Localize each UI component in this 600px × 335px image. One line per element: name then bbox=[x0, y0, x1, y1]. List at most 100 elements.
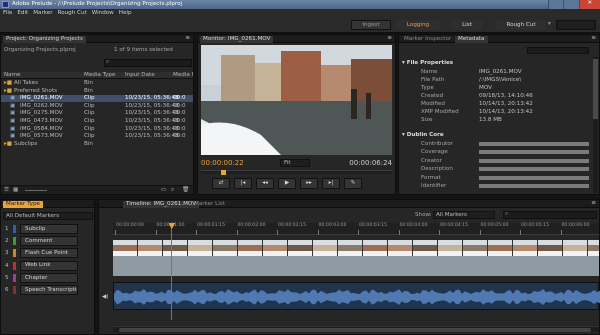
project-bin-row[interactable]: ▸■ All Takes Bin bbox=[1, 80, 193, 87]
metadata-value[interactable]: 09/18/13, 14:10:46 bbox=[479, 93, 533, 99]
ruler-label: 00:00:00:00 bbox=[116, 223, 145, 228]
col-media-i[interactable]: Media I bbox=[173, 72, 193, 78]
tab-marker-inspector[interactable]: Marker Inspector bbox=[401, 36, 454, 43]
marker-filter-select[interactable]: All Default Markers bbox=[3, 212, 93, 220]
project-clip-row[interactable]: ▣ IMG_0262.MOV Clip 10/23/15, 05:36:48 00:0 bbox=[1, 103, 193, 110]
scrubber-playhead[interactable] bbox=[221, 170, 226, 175]
fast-forward-icon[interactable]: ▸▸ bbox=[300, 178, 318, 189]
video-track-thumbnails[interactable] bbox=[113, 240, 599, 256]
current-timecode[interactable]: 00:00:00:22 bbox=[201, 159, 244, 167]
play-icon[interactable]: ▶ bbox=[278, 178, 296, 189]
rewind-icon[interactable]: ◂◂ bbox=[256, 178, 274, 189]
window-controls[interactable]: ✕ bbox=[548, 0, 600, 9]
col-name[interactable]: Name bbox=[4, 72, 21, 78]
project-item-count: 1 of 9 items selected bbox=[114, 47, 173, 53]
col-input-date[interactable]: Input Date bbox=[125, 72, 155, 78]
project-cell-date: 10/23/15, 05:36:48 bbox=[125, 110, 179, 117]
timeline-panel: Timeline: IMG_0261.MOV Marker List ≡ Sho… bbox=[98, 199, 600, 335]
timeline-scrollbar[interactable] bbox=[113, 326, 599, 332]
tab-metadata[interactable]: Metadata bbox=[455, 36, 488, 43]
workspace-logging[interactable]: Logging bbox=[396, 20, 440, 30]
step-forward-icon[interactable]: ▸| bbox=[322, 178, 340, 189]
scrollbar-thumb[interactable] bbox=[593, 59, 598, 119]
menu-item-help[interactable]: Help bbox=[119, 10, 132, 16]
col-media-type[interactable]: Media Type bbox=[84, 72, 115, 78]
project-bin-row[interactable]: ▸■ Subclips Bin bbox=[1, 141, 193, 148]
tab-project[interactable]: Project: Organizing Projects bbox=[3, 36, 86, 43]
marker-type-button-comment[interactable]: Comment bbox=[20, 236, 78, 247]
tab-monitor[interactable]: Monitor: IMG_0261.MOV bbox=[200, 36, 274, 43]
project-clip-row[interactable]: ▣ IMG_0261.MOV Clip 10/23/15, 05:36:48 00:0 bbox=[1, 95, 193, 103]
dublin-core-field[interactable] bbox=[479, 158, 589, 163]
panel-menu-icon[interactable]: ≡ bbox=[387, 35, 392, 41]
panel-menu-icon[interactable]: ≡ bbox=[591, 200, 596, 206]
workspace-list[interactable]: List bbox=[451, 20, 483, 30]
menu-item-rough-cut[interactable]: Rough Cut bbox=[58, 10, 87, 16]
metadata-section-file-properties[interactable]: ▾ File Properties bbox=[402, 60, 453, 66]
show-markers-select[interactable]: All Markers bbox=[433, 211, 495, 219]
dublin-core-field[interactable] bbox=[479, 167, 589, 172]
workspace-rough-cut[interactable]: Rough Cut bbox=[496, 20, 546, 30]
delete-icon[interactable]: 🗑 bbox=[182, 187, 189, 193]
menu-item-marker[interactable]: Marker bbox=[33, 10, 52, 16]
audio-track[interactable] bbox=[113, 282, 600, 310]
dublin-core-field[interactable] bbox=[479, 142, 589, 146]
close-icon[interactable]: ✕ bbox=[578, 0, 600, 9]
dublin-core-field[interactable] bbox=[479, 150, 589, 155]
marker-type-button-chapter[interactable]: Chapter bbox=[20, 272, 78, 283]
project-bin-row[interactable]: ▸■ Preferred Shots Bin bbox=[1, 88, 193, 95]
metadata-section-dublin-core[interactable]: ▾ Dublin Core bbox=[402, 132, 444, 138]
metadata-value[interactable]: /:\IMGS\Venice\ bbox=[479, 77, 521, 83]
menu-item-file[interactable]: File bbox=[3, 10, 12, 16]
tab-marker-list[interactable]: Marker List bbox=[191, 201, 228, 208]
project-clip-row[interactable]: ▣ IMG_0584.MOV Clip 10/23/15, 05:36:48 00:0 bbox=[1, 126, 193, 133]
zoom-select[interactable]: Fit bbox=[280, 159, 310, 167]
panel-menu-icon[interactable]: ≡ bbox=[185, 35, 190, 41]
workspace-menu-icon[interactable]: ▾ bbox=[548, 21, 551, 27]
search-help-box[interactable] bbox=[556, 20, 596, 30]
minimize-icon[interactable] bbox=[548, 0, 564, 9]
find-icon[interactable]: ⌕ bbox=[171, 187, 174, 193]
monitor-scrubber[interactable] bbox=[201, 170, 392, 175]
menu-item-edit[interactable]: Edit bbox=[17, 10, 28, 16]
metadata-value[interactable]: 10/14/13, 20:13:42 bbox=[479, 109, 533, 115]
timeline-ruler[interactable]: 00:00:00:0000:00:01:0000:00:01:1500:00:0… bbox=[113, 223, 599, 235]
loop-button[interactable]: ⇄ bbox=[212, 178, 230, 189]
project-table-header: Name Media Type Input Date Media I bbox=[1, 72, 193, 79]
new-bin-icon[interactable]: ▭ bbox=[161, 187, 166, 193]
project-clip-row[interactable]: ▣ IMG_0473.MOV Clip 10/23/15, 05:36:48 00:0 bbox=[1, 118, 193, 125]
project-clip-row[interactable]: ▣ IMG_0573.MOV Clip 10/23/15, 05:36:48 00:0 bbox=[1, 133, 193, 140]
marker-type-button-subclip[interactable]: Subclip bbox=[20, 224, 78, 234]
metadata-value[interactable]: 10/14/13, 20:13:42 bbox=[479, 101, 533, 107]
audio-speaker-icon[interactable]: ◀) bbox=[102, 294, 108, 300]
panel-menu-icon[interactable]: ≡ bbox=[591, 35, 596, 41]
project-search-input[interactable] bbox=[104, 59, 192, 67]
dublin-core-field[interactable] bbox=[479, 175, 589, 180]
metadata-search-input[interactable] bbox=[527, 47, 589, 54]
icon-view-icon[interactable]: ▦ bbox=[13, 187, 18, 193]
settings-wrench-icon[interactable]: ✎ bbox=[344, 178, 362, 189]
tab-timeline[interactable]: Timeline: IMG_0261.MOV bbox=[123, 201, 200, 208]
menu-item-window[interactable]: Window bbox=[92, 10, 114, 16]
step-back-icon[interactable]: |◂ bbox=[234, 178, 252, 189]
marker-type-button-speech-transcription[interactable]: Speech Transcription bbox=[20, 285, 78, 295]
metadata-value[interactable]: IMG_0261.MOV bbox=[479, 69, 522, 75]
metadata-scrollbar[interactable] bbox=[593, 57, 598, 193]
workspace-ingest[interactable]: Ingest bbox=[351, 20, 391, 30]
metadata-value[interactable]: MOV bbox=[479, 85, 492, 91]
scrollbar-thumb[interactable] bbox=[119, 328, 591, 332]
metadata-value[interactable]: 13.8 MB bbox=[479, 117, 502, 123]
ruler-label: 00:00:02:00 bbox=[237, 223, 266, 228]
video-thumbnail bbox=[588, 240, 599, 256]
list-view-icon[interactable]: ☰ bbox=[4, 187, 9, 193]
marker-type-button-flash-cue-point[interactable]: Flash Cue Point bbox=[20, 248, 78, 259]
timeline-search-input[interactable] bbox=[503, 211, 597, 219]
tab-marker-type[interactable]: Marker Type bbox=[3, 201, 43, 208]
marker-type-button-web-link[interactable]: Web Link bbox=[20, 260, 78, 271]
metadata-key: Type bbox=[421, 85, 434, 91]
maximize-icon[interactable] bbox=[563, 0, 579, 9]
timeline-playhead[interactable] bbox=[168, 223, 176, 320]
project-clip-row[interactable]: ▣ IMG_0275.MOV Clip 10/23/15, 05:36:48 00:0 bbox=[1, 110, 193, 117]
zoom-slider[interactable] bbox=[25, 190, 47, 191]
dublin-core-field[interactable] bbox=[479, 184, 589, 188]
